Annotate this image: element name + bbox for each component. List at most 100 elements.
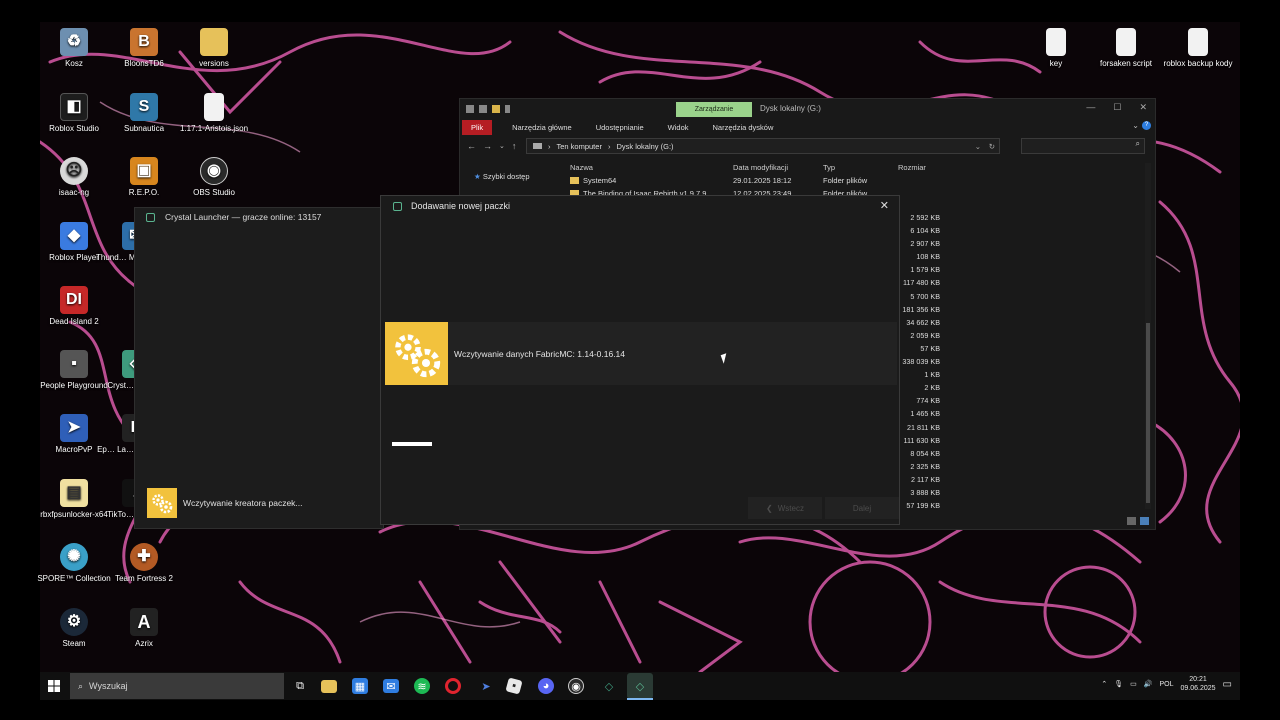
desktop-icon-key[interactable]: key [1018, 28, 1094, 69]
desktop-icon-tiktok[interactable]: ♪ TikTo… [96, 479, 134, 520]
task-view-icon[interactable]: ⧉ [290, 676, 310, 696]
desktop-icon-spore[interactable]: ✺ SPORE™ Collection [36, 543, 112, 584]
new-folder-icon[interactable] [492, 105, 500, 113]
search-placeholder: Wyszukaj [89, 681, 128, 691]
column-date[interactable]: Data modyfikacji [733, 163, 823, 172]
opera-icon[interactable] [445, 678, 461, 694]
chevron-down-icon[interactable]: ⌄ [975, 142, 981, 151]
obs-icon: ◉ [200, 157, 228, 185]
taskbar-search[interactable]: ⌕ Wyszukaj [70, 673, 284, 699]
desktop-icon-versions[interactable]: versions [176, 28, 252, 69]
nav-item-quick-access[interactable]: Szybki dostęp [483, 172, 530, 181]
desktop-icon-repo[interactable]: ▣ R.E.P.O. [106, 157, 182, 198]
desktop-icon-azrix[interactable]: A Azrix [106, 608, 182, 649]
ribbon-tab-file[interactable]: Plik [462, 119, 493, 135]
desktop-icon-tf2[interactable]: ✚ Team Fortress 2 [106, 543, 182, 584]
start-button[interactable] [40, 672, 68, 700]
column-size[interactable]: Rozmiar [898, 163, 958, 172]
desktop-icon-roblox-backup[interactable]: roblox backup kody [1158, 28, 1238, 69]
crystal-launcher-icon[interactable]: ◇ [627, 673, 653, 699]
microphone-icon[interactable]: 🎙 [1114, 680, 1123, 688]
file-type: Folder plików [823, 176, 868, 185]
minimize-icon[interactable]: — [1086, 102, 1095, 113]
ribbon-collapse-icon[interactable]: ⌄ [1132, 121, 1139, 130]
desktop-icon-label: versions [199, 59, 229, 68]
properties-icon[interactable] [479, 105, 487, 113]
maximize-icon[interactable]: ☐ [1113, 102, 1121, 113]
chevron-up-icon[interactable]: ⌃ [1101, 680, 1107, 688]
crystal-icon[interactable]: ◇ [599, 676, 619, 696]
text-file-icon [1046, 28, 1066, 56]
desktop-icon-recycle-bin[interactable]: ♻ Kosz [36, 28, 112, 69]
ribbon-tab-share[interactable]: Udostępnianie [592, 121, 648, 134]
explorer-titlebar[interactable]: Zarządzanie Dysk lokalny (G:) — ☐ ✕ [460, 99, 1155, 119]
desktop-icon-forsaken-script[interactable]: forsaken script [1088, 28, 1164, 69]
network-icon[interactable]: ▭ [1130, 680, 1137, 688]
close-icon[interactable]: ✕ [1139, 102, 1147, 113]
path-separator: › [607, 141, 611, 151]
back-arrow-icon[interactable]: ← [467, 141, 476, 151]
crystal-launcher-window[interactable]: Crystal Launcher — gracze online: 13157 … [134, 207, 384, 529]
clock[interactable]: 20:21 09.06.2025 [1181, 675, 1216, 693]
ribbon-tab-drive-tools[interactable]: Narzędzia dysków [709, 121, 778, 134]
up-arrow-icon[interactable]: ↑ [512, 141, 517, 151]
desktop-icon-thunderbird[interactable]: ✉ Thund… M… [96, 222, 136, 263]
desktop-icon-crystal[interactable]: ◇ Cryst… [96, 350, 134, 391]
spotify-icon[interactable]: ≋ [414, 678, 430, 694]
notifications-icon[interactable]: ▭ [1223, 679, 1232, 690]
explorer-app-icon [466, 105, 474, 113]
file-row[interactable]: System64 29.01.2025 18:12 Folder plików [570, 176, 867, 185]
desktop-icon-steam[interactable]: ⚙ Steam [36, 608, 112, 649]
store-icon[interactable]: ▦ [352, 678, 368, 694]
language-indicator[interactable]: POL [1159, 681, 1173, 688]
screen: ♻ Kosz B BloonsTD6 versions ◧ Roblox Stu… [0, 0, 1280, 720]
desktop-icon-label: isaac-ng [58, 188, 90, 197]
add-modpack-dialog[interactable]: Dodawanie nowej paczki ✕ Wczytywanie dan… [380, 195, 900, 525]
scrollbar-thumb[interactable] [1146, 323, 1150, 503]
file-date: 29.01.2025 18:12 [733, 176, 792, 185]
recent-locations-icon[interactable]: ⌄ [499, 142, 505, 150]
file-name: System64 [583, 176, 617, 185]
close-icon[interactable]: ✕ [880, 199, 889, 212]
desktop-icon-roblox-studio[interactable]: ◧ Roblox Studio [36, 93, 112, 134]
chevron-down-icon[interactable] [505, 105, 510, 113]
discord-icon[interactable]: ◕ [538, 678, 554, 694]
text-file-icon [1188, 28, 1208, 56]
chevron-left-icon: ❮ [766, 503, 773, 513]
active-app-indicator [627, 698, 653, 700]
macropvp-icon[interactable]: ➤ [476, 676, 496, 696]
forward-arrow-icon[interactable]: → [483, 141, 492, 151]
context-tab-manage[interactable]: Zarządzanie [676, 102, 752, 117]
help-icon[interactable]: ? [1142, 121, 1151, 130]
file-explorer-icon[interactable] [321, 680, 337, 693]
desktop-icon-aristois-json[interactable]: 1.17.1-Aristois.json [176, 93, 252, 134]
next-button[interactable]: Dalej [825, 497, 899, 519]
ribbon-tabs: Plik Narzędzia główne Udostępnianie Wido… [460, 119, 1155, 135]
column-name[interactable]: Nazwa [570, 163, 733, 172]
mail-icon[interactable]: ✉ [383, 679, 399, 693]
desktop-icon-subnautica[interactable]: S Subnautica [106, 93, 182, 134]
breadcrumb-drive[interactable]: Dysk lokalny (G:) [616, 142, 673, 151]
search-input[interactable]: ⌕ [1021, 138, 1145, 154]
roblox-studio-icon[interactable]: ▪ [505, 677, 523, 695]
address-bar[interactable]: › Ten komputer › Dysk lokalny (G:) ⌄ ↻ [526, 138, 1000, 154]
windows-icon [48, 680, 60, 692]
desktop-icon-epic[interactable]: E Ep… La… [96, 414, 134, 455]
recycle-bin-icon: ♻ [60, 28, 88, 56]
azrix-icon: A [130, 608, 158, 636]
ribbon-tab-view[interactable]: Widok [664, 121, 693, 134]
desktop-icon-obs[interactable]: ◉ OBS Studio [176, 157, 252, 198]
desktop-icon-dead-island[interactable]: DI Dead Island 2 [36, 286, 112, 327]
details-view-icon[interactable] [1127, 517, 1136, 525]
desktop-icon-isaac[interactable]: ☹ isaac-ng [36, 157, 112, 198]
refresh-icon[interactable]: ↻ [989, 142, 995, 151]
desktop-icon-bloons[interactable]: B BloonsTD6 [106, 28, 182, 69]
vertical-scrollbar[interactable] [1145, 163, 1151, 509]
ribbon-tab-home[interactable]: Narzędzia główne [508, 121, 576, 134]
breadcrumb-this-pc[interactable]: Ten komputer [557, 142, 602, 151]
large-icons-view-icon[interactable] [1140, 517, 1149, 525]
back-button[interactable]: ❮ Wstecz [748, 497, 822, 519]
obs-icon[interactable]: ◉ [568, 678, 584, 694]
volume-icon[interactable]: 🔊 [1144, 680, 1153, 688]
column-type[interactable]: Typ [823, 163, 898, 172]
